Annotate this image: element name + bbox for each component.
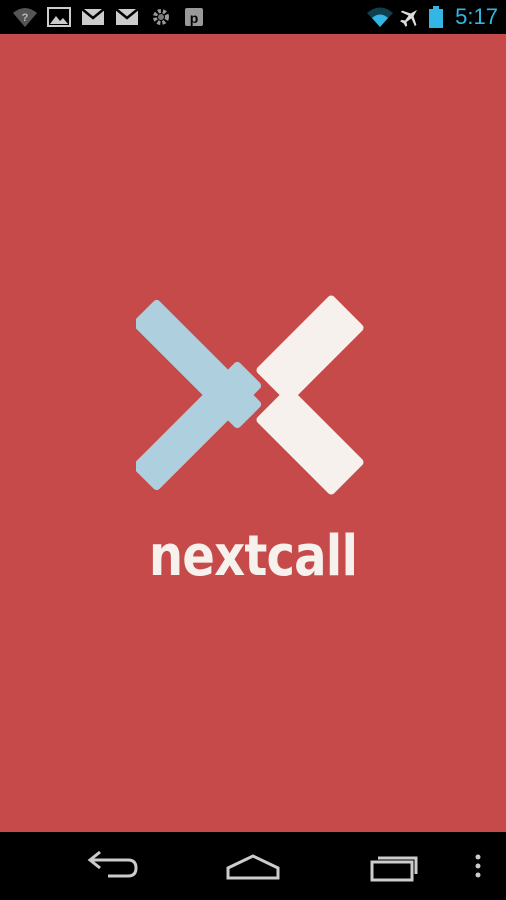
phone-screen: ? p 5:17 nextcall: [0, 0, 506, 900]
airplane-icon: [400, 9, 418, 27]
wifi-question-icon: ?: [13, 8, 37, 27]
status-bar: ? p 5:17: [0, 0, 506, 34]
navigation-bar: [0, 832, 506, 900]
gmail-icon: [81, 8, 105, 25]
logo-chevron: [136, 299, 262, 491]
nextcall-logo: [136, 295, 364, 495]
gear-icon: [153, 9, 169, 25]
status-time: 5:17: [455, 4, 498, 29]
app-name: nextcall: [148, 524, 358, 589]
overflow-menu-icon[interactable]: [470, 844, 486, 888]
logo-bars: [256, 295, 364, 495]
gmail-icon: [115, 8, 139, 25]
svg-text:p: p: [190, 10, 199, 26]
wifi-icon: [367, 7, 393, 27]
p-icon: p: [185, 8, 203, 26]
battery-icon: [429, 6, 443, 28]
home-icon[interactable]: [224, 844, 282, 888]
image-icon: [47, 7, 71, 27]
recent-apps-icon[interactable]: [368, 844, 422, 888]
splash-screen: nextcall: [0, 34, 506, 832]
svg-text:?: ?: [22, 12, 29, 24]
back-icon[interactable]: [84, 844, 140, 888]
